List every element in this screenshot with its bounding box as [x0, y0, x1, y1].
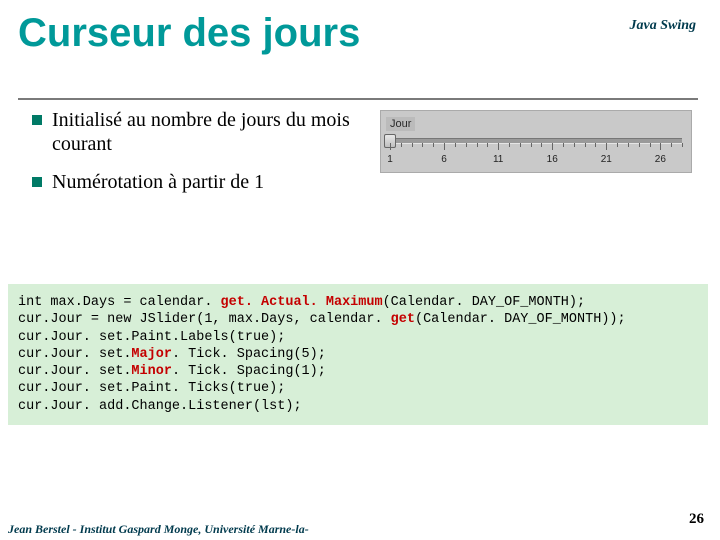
slider-caption: Jour — [386, 117, 415, 131]
slider-tick — [531, 143, 532, 147]
slider-tick-labels: 1611162126 — [390, 154, 682, 166]
footer-author: Jean Berstel - Institut Gaspard Monge, U… — [8, 523, 348, 536]
slider-tick — [650, 143, 651, 147]
slider-tick — [595, 143, 596, 147]
title-rule — [18, 98, 698, 100]
slider-tick — [660, 143, 661, 150]
bullet-text: Initialisé au nombre de jours du mois co… — [52, 108, 362, 156]
slider-tick-label: 1 — [387, 154, 393, 165]
slider-tick-label: 6 — [441, 154, 447, 165]
page-number: 26 — [689, 511, 704, 528]
slider-tick — [639, 143, 640, 147]
slider-tick — [606, 143, 607, 150]
code-block: int max.Days = calendar. get. Actual. Ma… — [8, 284, 708, 425]
slider-tick — [477, 143, 478, 147]
slider-tick — [682, 143, 683, 147]
slider-tick — [433, 143, 434, 147]
bullet-list: Initialisé au nombre de jours du mois co… — [32, 108, 362, 208]
slider-tick — [574, 143, 575, 147]
slider-tick — [520, 143, 521, 147]
slider-tick — [401, 143, 402, 147]
slider-tick — [466, 143, 467, 147]
slider-tick — [563, 143, 564, 147]
day-slider-panel: Jour 1611162126 — [380, 110, 692, 173]
slider-tick — [455, 143, 456, 147]
slider-tick — [422, 143, 423, 147]
slider-tick — [390, 143, 391, 150]
slider-tick — [487, 143, 488, 147]
bullet-item: Initialisé au nombre de jours du mois co… — [32, 108, 362, 156]
slider-tick-label: 21 — [601, 154, 612, 165]
slider-tick-label: 11 — [493, 154, 503, 165]
slider-tick — [509, 143, 510, 147]
slider-tick — [671, 143, 672, 147]
bullet-text: Numérotation à partir de 1 — [52, 170, 264, 194]
slider-tick — [412, 143, 413, 147]
bullet-item: Numérotation à partir de 1 — [32, 170, 362, 194]
slider-tick — [552, 143, 553, 150]
slider-tick — [541, 143, 542, 147]
bullet-square-icon — [32, 177, 42, 187]
slide-title: Curseur des jours — [18, 12, 550, 54]
slider-tick-label: 26 — [655, 154, 666, 165]
bullet-square-icon — [32, 115, 42, 125]
slider-tick — [585, 143, 586, 147]
slider-tick — [444, 143, 445, 150]
slider-tick — [498, 143, 499, 150]
slider-tick — [628, 143, 629, 147]
day-slider[interactable] — [390, 134, 682, 152]
slider-tick — [617, 143, 618, 147]
slider-tick-label: 16 — [547, 154, 558, 165]
course-label: Java Swing — [629, 18, 696, 34]
